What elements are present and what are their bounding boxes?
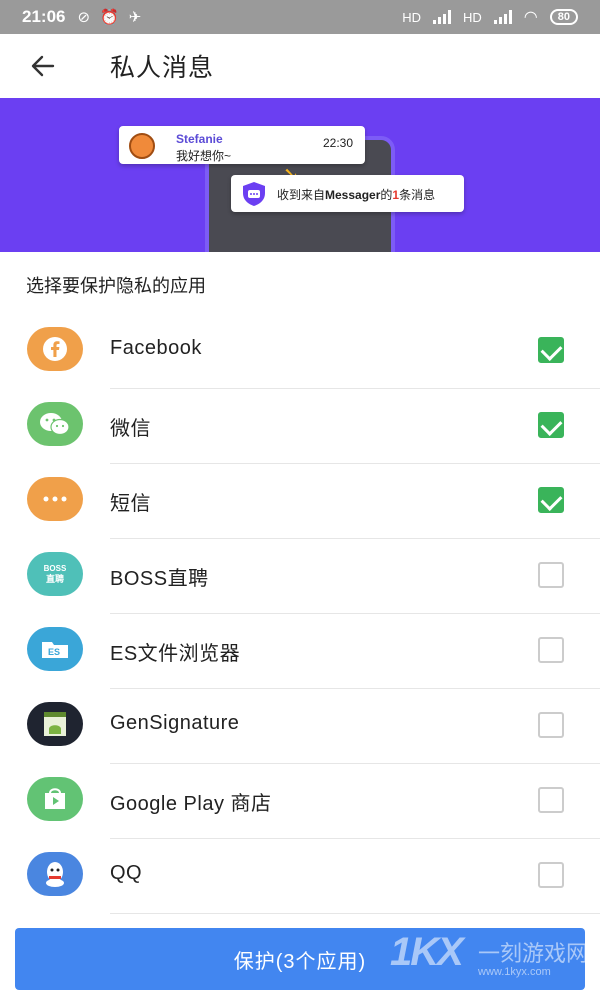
sms-icon	[27, 477, 83, 521]
network-label-1: HD	[402, 9, 421, 25]
facebook-icon	[27, 327, 83, 371]
status-time: 21:06	[22, 7, 66, 26]
back-button[interactable]	[0, 34, 86, 98]
app-row-boss[interactable]: BOSS 直聘 BOSS直聘	[0, 539, 600, 614]
wechat-icon	[27, 402, 83, 446]
app-name: 微信	[110, 418, 151, 440]
network-label-2: HD	[463, 9, 482, 25]
es-file-icon: ES	[27, 627, 83, 671]
notification-message: 我好想你~	[176, 149, 232, 163]
protected-notification: 收到来自Messager的1条消息	[231, 175, 464, 212]
app-name: ES文件浏览器	[110, 643, 241, 665]
shield-icon	[243, 182, 265, 206]
sync-off-icon: ⊘	[77, 9, 91, 26]
boss-icon: BOSS 直聘	[27, 552, 83, 596]
app-name: 短信	[110, 493, 151, 515]
qq-icon	[27, 852, 83, 896]
app-checkbox[interactable]	[538, 637, 564, 663]
wifi-icon: ◠	[523, 9, 538, 26]
app-checkbox[interactable]	[538, 487, 564, 513]
google-play-icon	[27, 777, 83, 821]
signal-icon	[493, 10, 512, 24]
avatar	[129, 133, 155, 159]
status-bar: 21:06 ⊘ ⏰ ✈ HD HD ◠ 80	[0, 0, 600, 34]
app-checkbox[interactable]	[538, 862, 564, 888]
app-name: GenSignature	[110, 712, 240, 734]
app-row-sms[interactable]: 短信	[0, 464, 600, 539]
app-checkbox[interactable]	[538, 712, 564, 738]
battery-indicator: 80	[549, 9, 578, 25]
svg-text:ES: ES	[48, 647, 60, 657]
privacy-banner: Stefanie 我好想你~ 22:30 ➘ 收到来自Messager的1条消息	[0, 98, 600, 252]
protect-button[interactable]: 保护(3个应用)	[15, 928, 585, 990]
signal-icon	[433, 10, 451, 24]
app-row-es-file[interactable]: ES ES文件浏览器	[0, 614, 600, 689]
app-checkbox[interactable]	[538, 562, 564, 588]
android-icon	[27, 702, 83, 746]
app-checkbox[interactable]	[538, 787, 564, 813]
protected-notification-text: 收到来自Messager的1条消息	[277, 188, 436, 202]
app-row-facebook[interactable]: Facebook	[0, 314, 600, 389]
notification-time: 22:30	[322, 136, 353, 150]
app-list: Facebook 微信 短信 BOSS直聘 BOSS直聘 ES ES文件浏览器	[0, 314, 600, 914]
message-notification: Stefanie 我好想你~ 22:30	[119, 126, 365, 164]
app-name: Google Play 商店	[110, 793, 272, 815]
airplane-icon: ✈	[128, 9, 142, 26]
section-header: 选择要保护隐私的应用	[0, 252, 600, 314]
divider	[110, 913, 600, 914]
app-checkbox[interactable]	[538, 337, 564, 363]
app-bar: 私人消息	[0, 34, 600, 98]
app-name: QQ	[110, 862, 143, 884]
app-row-google-play[interactable]: Google Play 商店	[0, 764, 600, 839]
alarm-icon: ⏰	[100, 9, 119, 26]
app-name: Facebook	[110, 337, 202, 359]
app-row-gensignature[interactable]: GenSignature	[0, 689, 600, 764]
app-name: BOSS直聘	[110, 568, 209, 590]
section-title: 选择要保护隐私的应用	[26, 276, 206, 296]
arrow-left-icon	[31, 55, 55, 77]
app-row-qq[interactable]: QQ	[0, 839, 600, 914]
page-title: 私人消息	[110, 54, 215, 82]
app-row-wechat[interactable]: 微信	[0, 389, 600, 464]
notification-sender: Stefanie	[176, 132, 223, 146]
app-checkbox[interactable]	[538, 412, 564, 438]
